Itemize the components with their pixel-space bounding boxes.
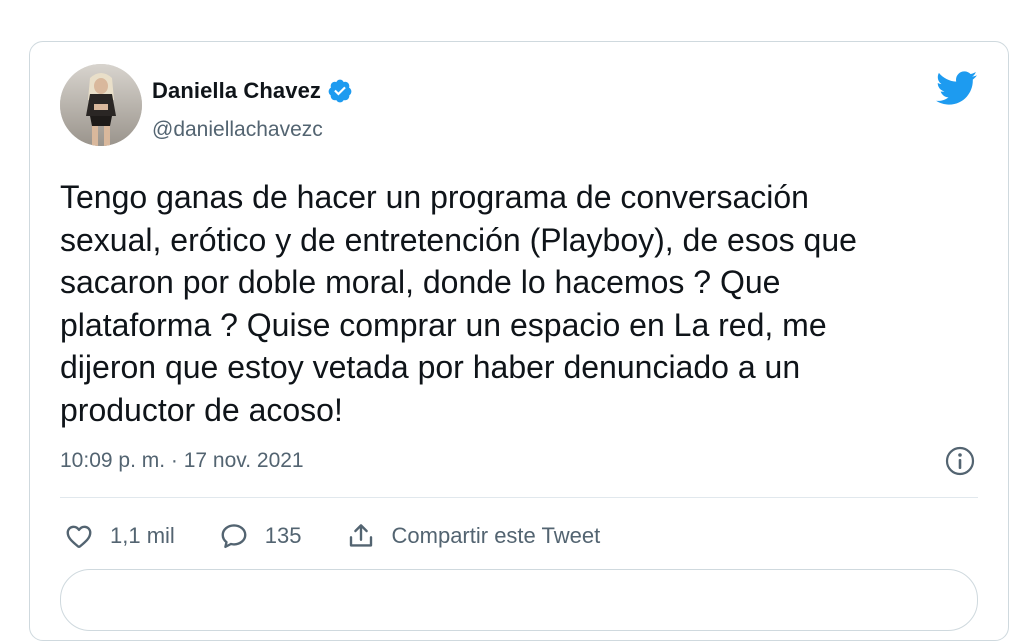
speech-bubble-icon [219, 521, 249, 551]
share-icon [346, 521, 376, 551]
share-label: Compartir este Tweet [391, 523, 601, 548]
read-replies-button[interactable] [60, 569, 978, 631]
author-handle[interactable]: @daniellachavezc [152, 118, 323, 142]
like-button[interactable]: 1,1 mil [64, 521, 175, 551]
reply-button[interactable]: 135 [219, 521, 302, 551]
verified-badge-icon [327, 78, 353, 104]
heart-icon [64, 521, 94, 551]
twitter-bird-icon[interactable] [934, 70, 978, 106]
author-name[interactable]: Daniella Chavez [152, 78, 321, 104]
info-icon[interactable] [944, 445, 976, 477]
divider [60, 497, 978, 498]
tweet-timestamp[interactable]: 10:09 p. m. · 17 nov. 2021 [60, 449, 304, 473]
tweet-text: Tengo ganas de hacer un programa de conv… [60, 179, 857, 428]
avatar[interactable] [60, 64, 142, 146]
tweet-actions: 1,1 mil 135 Compartir este Tweet [64, 518, 600, 554]
reply-count: 135 [264, 523, 302, 548]
share-button[interactable]: Compartir este Tweet [346, 521, 601, 551]
tweet-card[interactable]: Daniella Chavez @daniellachavezc Tengo g… [29, 41, 1009, 641]
like-count: 1,1 mil [110, 523, 175, 548]
